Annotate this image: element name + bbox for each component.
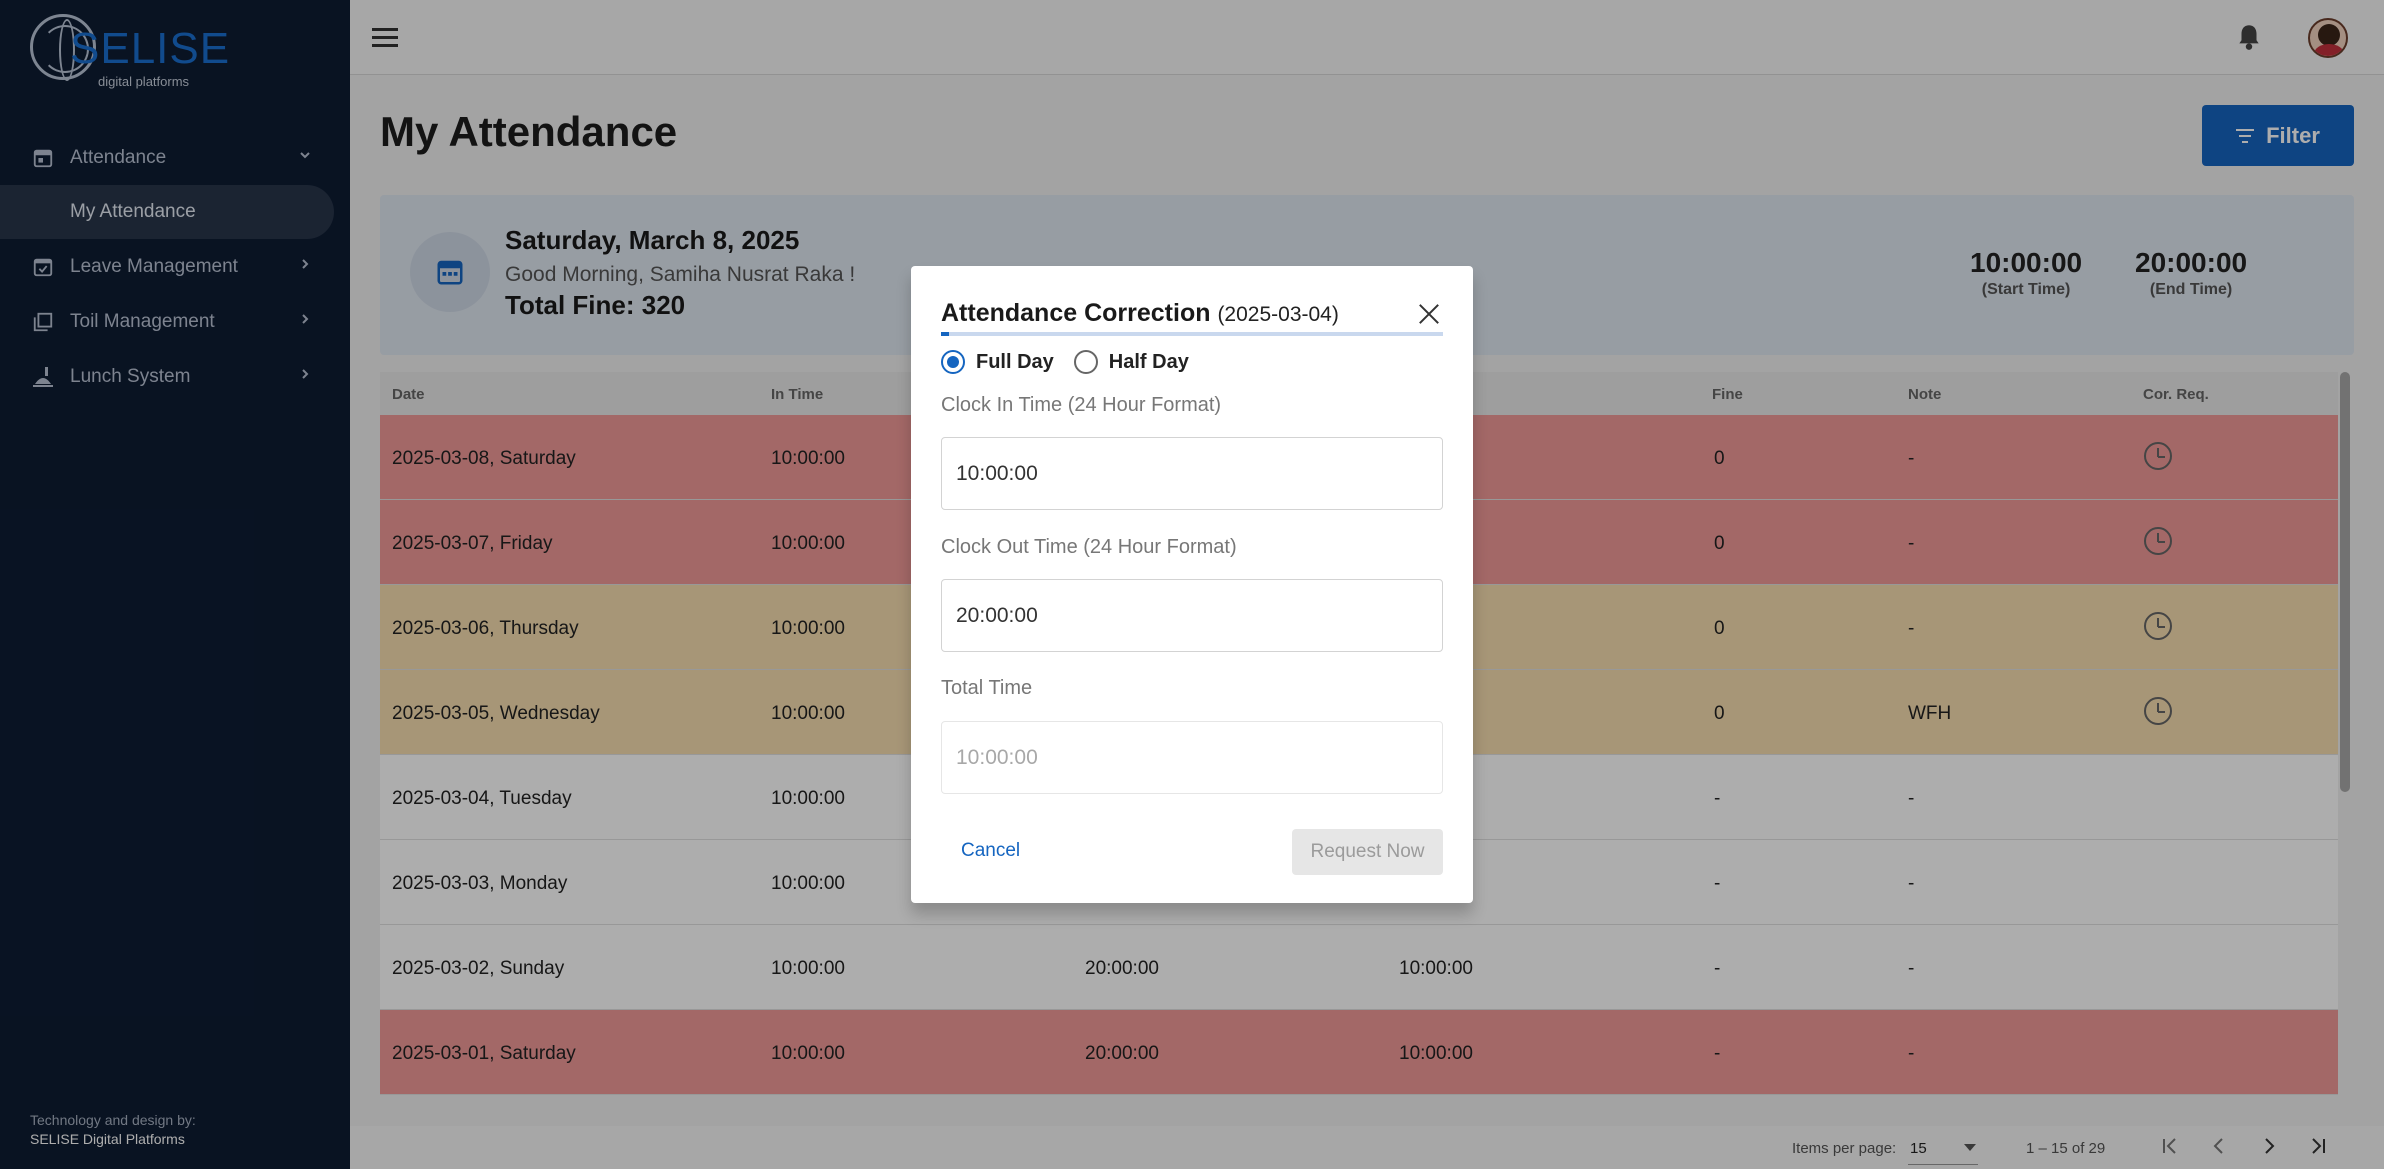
dialog-progress-bar (941, 332, 1443, 336)
full-day-radio[interactable] (941, 350, 965, 374)
day-type-radio-group: Full Day Half Day (941, 350, 1189, 374)
dialog-title: Attendance Correction (2025-03-04) (941, 299, 1339, 328)
dialog-title-date: (2025-03-04) (1217, 303, 1339, 326)
attendance-correction-dialog: Attendance Correction (2025-03-04) Full … (911, 266, 1473, 903)
full-day-label[interactable]: Full Day (976, 351, 1054, 374)
cancel-button[interactable]: Cancel (961, 840, 1020, 862)
half-day-radio[interactable] (1073, 350, 1098, 374)
clock-in-input[interactable]: 10:00:00 (941, 437, 1443, 510)
dialog-title-text: Attendance Correction (941, 299, 1211, 327)
clock-in-label: Clock In Time (24 Hour Format) (941, 394, 1222, 416)
half-day-label[interactable]: Half Day (1109, 351, 1189, 374)
close-icon[interactable] (1417, 302, 1441, 326)
total-time-label: Total Time (941, 677, 1033, 699)
request-now-button[interactable]: Request Now (1292, 829, 1443, 875)
total-time-input: 10:00:00 (941, 721, 1443, 794)
clock-out-label: Clock Out Time (24 Hour Format) (941, 536, 1237, 558)
clock-out-input[interactable]: 20:00:00 (941, 579, 1443, 652)
